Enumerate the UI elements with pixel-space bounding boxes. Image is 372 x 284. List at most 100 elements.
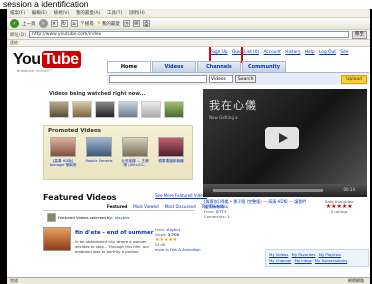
menu-edit[interactable]: 編輯(E)	[32, 11, 47, 16]
video-player[interactable]: 我在心儀 Now Getting a 00:14	[203, 89, 367, 197]
back-button[interactable]: 上一頁	[22, 21, 36, 27]
home-icon[interactable]: ⌂	[70, 20, 78, 27]
favorites-button[interactable]: ★ 我的最愛	[97, 21, 120, 27]
help-link[interactable]: Help	[305, 50, 315, 55]
menu-favorites[interactable]: 我的最愛(A)	[76, 11, 101, 16]
player-controls: 00:14	[203, 184, 367, 197]
watched-thumb-2[interactable]	[72, 101, 92, 118]
account-link[interactable]: Account	[264, 50, 281, 55]
status-bar: 完成 網際網路	[7, 277, 370, 284]
my-videos-link[interactable]: My Videos	[269, 252, 288, 257]
play-icon[interactable]	[265, 127, 299, 149]
search-input[interactable]	[109, 75, 207, 83]
logout-link[interactable]: Log Out	[319, 50, 336, 55]
featured-video-desc: In an abandoned city where a woman decid…	[75, 239, 150, 254]
promoted-thumb-4[interactable]	[158, 137, 184, 157]
forward-arrow-icon[interactable]: ›	[38, 19, 48, 28]
promoted-caption-1[interactable]: [高清 HD版] teenage 第兩首	[48, 159, 78, 167]
watched-thumb-1[interactable]	[49, 101, 69, 118]
featured-tab-most-viewed[interactable]: Most Viewed	[133, 204, 158, 209]
stop-icon[interactable]: ×	[50, 20, 58, 27]
featured-tab-most-discussed[interactable]: Most Discussed	[165, 204, 196, 209]
site-link[interactable]: Site	[340, 50, 348, 55]
refresh-icon[interactable]: ↻	[60, 20, 68, 27]
youtube-logo[interactable]: You Tube	[13, 51, 81, 69]
search-label: 搜尋	[84, 21, 94, 27]
comments-count: Comments: 1	[204, 214, 230, 219]
watched-thumb-5[interactable]	[141, 101, 161, 118]
upload-button[interactable]: Upload	[341, 74, 367, 84]
tagline: Broadcast Yourself™	[17, 69, 53, 73]
tab-channels[interactable]: Channels	[197, 61, 241, 72]
menu-help[interactable]: 說明(H)	[129, 11, 145, 16]
promoted-thumb-2[interactable]	[86, 137, 112, 157]
my-favorites-link[interactable]: My Favorites	[292, 252, 316, 257]
star-icon: ★	[96, 21, 101, 26]
search-submit-button[interactable]: Search	[235, 75, 257, 83]
status-text: 完成	[10, 278, 18, 283]
history-link[interactable]: History	[285, 50, 300, 55]
print-icon[interactable]: ⎙	[142, 20, 150, 27]
watched-thumbs	[49, 101, 184, 118]
seek-bar[interactable]	[213, 189, 323, 192]
menu-tools[interactable]: 工具(T)	[107, 11, 122, 16]
featured-video-meta: From: staybus Views: 3,700 ★★★★★ 03:46 m…	[155, 228, 201, 253]
logo-you: You	[13, 51, 41, 68]
watched-title: Videos being watched right now...	[49, 91, 146, 97]
promoted-section: Promoted Videos [高清 HD版] teenage 第兩首 Roo…	[43, 125, 193, 180]
featured-title: Featured Videos	[43, 193, 117, 202]
promoted-thumb-3[interactable]	[122, 137, 148, 157]
history-icon[interactable]: ◷	[122, 20, 130, 27]
menu-view[interactable]: 檢視(V)	[54, 11, 70, 16]
tab-community[interactable]: Community	[242, 61, 286, 72]
selected-by-label: Featured Videos selected by:	[58, 215, 113, 220]
my-channel-link[interactable]: My Channel	[269, 258, 291, 263]
avatar[interactable]	[47, 213, 56, 222]
menu-file[interactable]: 檔案(F)	[10, 11, 25, 16]
player-meta: From: JETTY Comments: 1	[204, 209, 229, 219]
watched-thumb-3[interactable]	[95, 101, 115, 118]
player-time: 00:14	[343, 187, 355, 192]
go-button[interactable]: 移至	[352, 30, 367, 39]
promoted-thumb-1[interactable]	[50, 137, 76, 157]
featured-video-thumb[interactable]	[43, 227, 71, 251]
toolbar: ‹ 上一頁 › × ↻ ⌂ ⚲ 搜尋 ★ 我的最愛 ◷ ✉ ⎙	[7, 18, 370, 30]
selector-link[interactable]: staybus	[115, 215, 130, 220]
menu-bar: 檔案(F) 編輯(E) 檢視(V) 我的最愛(A) 工具(T) 說明(H)	[7, 9, 370, 18]
favorites-label: 我的最愛	[101, 21, 120, 27]
promoted-title: Promoted Videos	[48, 128, 102, 134]
watched-thumb-4[interactable]	[118, 101, 138, 118]
search-bar: Videos Search Upload	[107, 72, 369, 85]
search-icon: ⚲	[80, 21, 84, 26]
browser-window: 檔案(F) 編輯(E) 檢視(V) 我的最愛(A) 工具(T) 說明(H) ‹ …	[7, 9, 370, 284]
category-link[interactable]: more in Film & Animation	[155, 248, 201, 252]
main-tabs: Home Videos Channels Community	[107, 61, 286, 72]
address-label: 網址(D)	[10, 32, 26, 38]
address-input[interactable]: http://www.youtube.com/index	[28, 31, 349, 38]
user-links: My Videos My Favorites My Playlists My C…	[269, 252, 369, 264]
address-bar: 網址(D) http://www.youtube.com/index 移至	[7, 30, 370, 40]
tab-videos[interactable]: Videos	[152, 61, 196, 72]
from-link[interactable]: staybus	[166, 228, 180, 232]
promoted-caption-2[interactable]: Rookie Senseis	[84, 159, 114, 163]
featured-tab-featured[interactable]: Featured	[107, 204, 127, 209]
see-more-featured-link[interactable]: See More Featured Videos	[155, 193, 207, 198]
my-subscriptions-link[interactable]: My Subscriptions	[315, 258, 347, 263]
player-overlay-text: 我在心儀	[209, 99, 257, 112]
search-button[interactable]: ⚲ 搜尋	[81, 21, 94, 27]
links-bar[interactable]: 連結	[7, 40, 370, 47]
promoted-caption-4[interactable]: 蘋果電腦新機種	[156, 159, 186, 163]
featured-selector: Featured Videos selected by: staybus	[47, 213, 130, 222]
my-inbox-link[interactable]: My Inbox	[295, 258, 312, 263]
search-type-select[interactable]: Videos	[209, 75, 233, 83]
back-arrow-icon[interactable]: ‹	[10, 19, 19, 28]
promoted-caption-3[interactable]: 台灣宣傳 — 王牌隊 (AIRLOO...	[120, 159, 150, 167]
player-video-title[interactable]: [周蕙你] 閃爍 • 景子翔 (完整版) — 高清 HD版 — 讓我們找到所有的…	[204, 199, 309, 209]
mail-icon[interactable]: ✉	[132, 20, 140, 27]
tab-home[interactable]: Home	[107, 61, 151, 72]
featured-video-title[interactable]: fin d'ete - end of summer	[75, 230, 153, 236]
my-playlists-link[interactable]: My Playlists	[319, 252, 341, 257]
rate-widget: Rate this video ★★★★★ 0 ratings	[325, 199, 353, 214]
from-label: From:	[155, 228, 166, 232]
watched-thumb-6[interactable]	[164, 101, 184, 118]
